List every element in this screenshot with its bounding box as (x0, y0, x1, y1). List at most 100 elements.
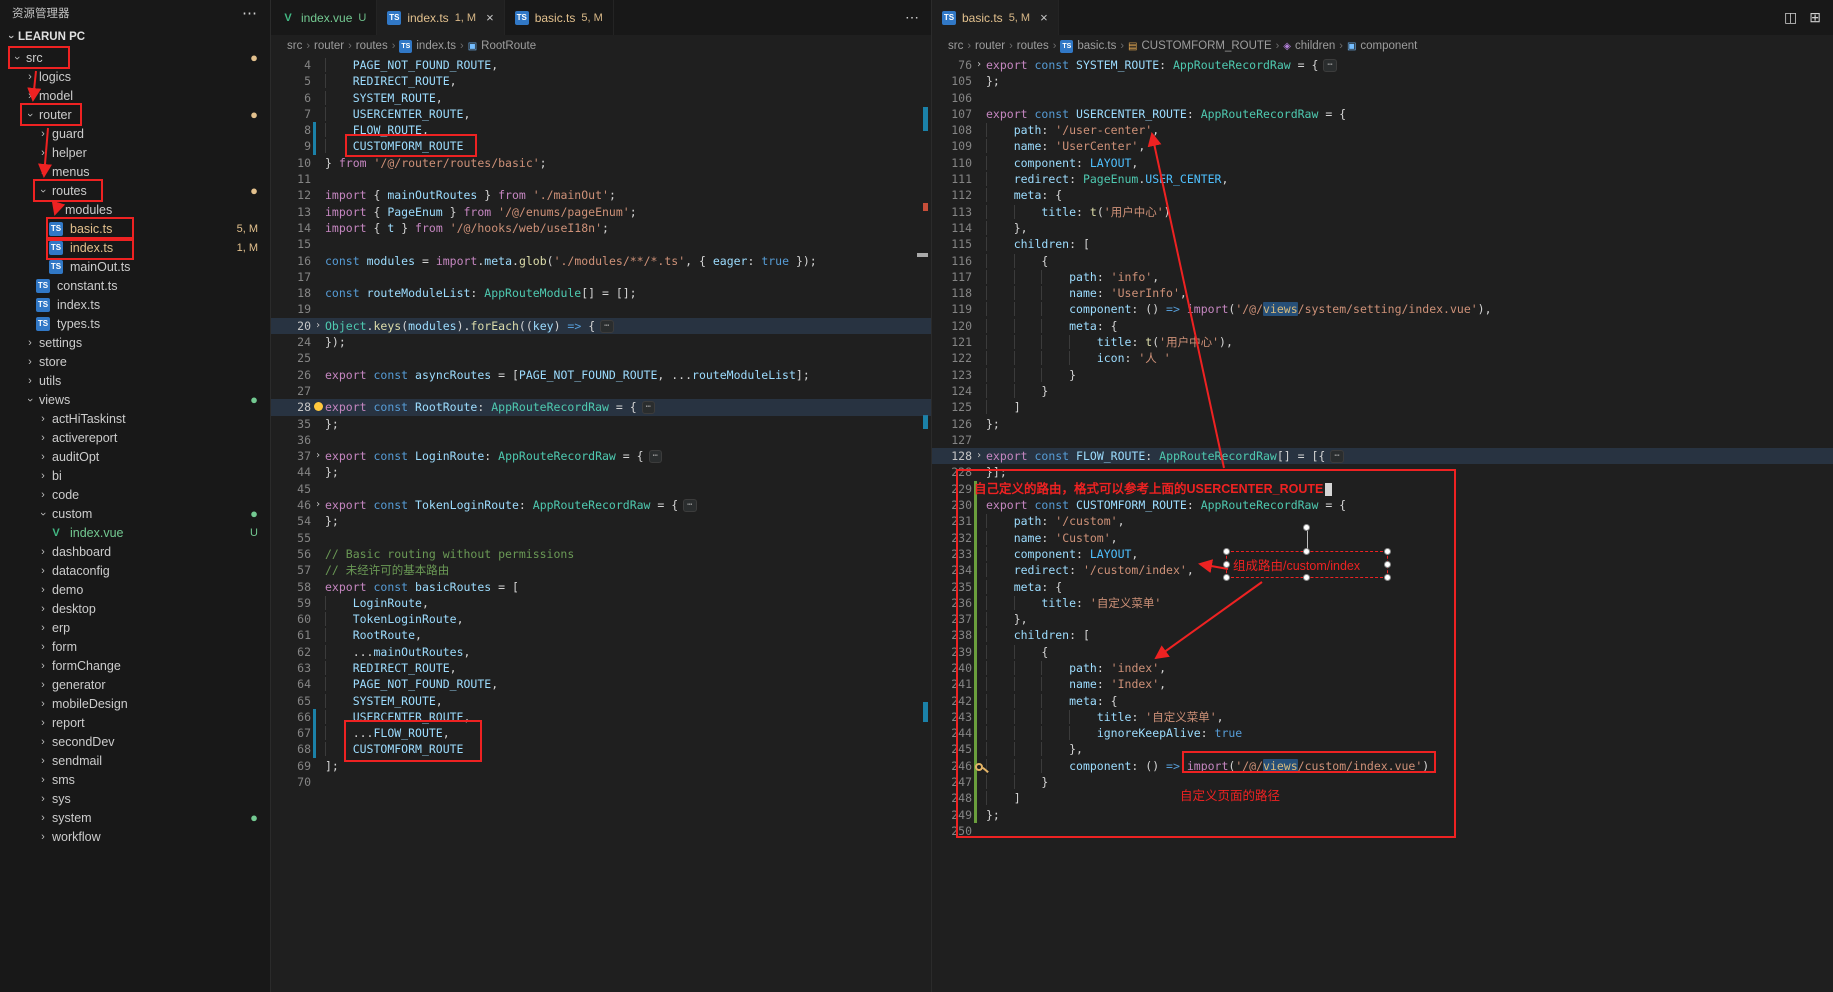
code-line-64[interactable]: 64 PAGE_NOT_FOUND_ROUTE, (271, 676, 931, 692)
close-icon[interactable]: × (1040, 10, 1048, 25)
tree-item-constant.ts[interactable]: TSconstant.ts (0, 276, 270, 295)
breadcrumb-item-children[interactable]: children (1295, 40, 1335, 52)
code-line-15[interactable]: 15 (271, 236, 931, 252)
code-line-25[interactable]: 25 (271, 350, 931, 366)
tab-index.vue[interactable]: Vindex.vueU (271, 0, 377, 35)
tree-item-helper[interactable]: ›helper (0, 143, 270, 162)
code-line-4[interactable]: 4 PAGE_NOT_FOUND_ROUTE, (271, 57, 931, 73)
code-line-62[interactable]: 62 ...mainOutRoutes, (271, 644, 931, 660)
code-line-66[interactable]: 66 USERCENTER_ROUTE, (271, 709, 931, 725)
tree-item-bi[interactable]: ›bi (0, 466, 270, 485)
code-line-119[interactable]: 119 component: () => import('/@/views/sy… (932, 301, 1833, 317)
tree-item-index.vue[interactable]: Vindex.vueU (0, 523, 270, 542)
code-line-250[interactable]: 250 (932, 823, 1833, 839)
code-line-127[interactable]: 127 (932, 432, 1833, 448)
split-editor-icon[interactable]: ◫ (1784, 9, 1797, 26)
code-line-58[interactable]: 58export const basicRoutes = [ (271, 579, 931, 595)
more-actions-icon[interactable]: ⋯ (905, 9, 919, 26)
code-line-13[interactable]: 13import { PageEnum } from '/@/enums/pag… (271, 204, 931, 220)
tree-item-index.ts[interactable]: TSindex.ts (0, 295, 270, 314)
tree-item-types.ts[interactable]: TStypes.ts (0, 314, 270, 333)
tree-item-sys[interactable]: ›sys (0, 789, 270, 808)
code-line-27[interactable]: 27 (271, 383, 931, 399)
code-line-235[interactable]: 235 meta: { (932, 579, 1833, 595)
code-line-128[interactable]: 128›export const FLOW_ROUTE: AppRouteRec… (932, 448, 1833, 464)
tree-item-code[interactable]: ›code (0, 485, 270, 504)
code-line-45[interactable]: 45 (271, 481, 931, 497)
code-line-5[interactable]: 5 REDIRECT_ROUTE, (271, 73, 931, 89)
code-line-54[interactable]: 54}; (271, 513, 931, 529)
tree-item-mainOut.ts[interactable]: TSmainOut.ts (0, 257, 270, 276)
tree-item-system[interactable]: ›system● (0, 808, 270, 827)
code-line-245[interactable]: 245 }, (932, 741, 1833, 757)
code-line-61[interactable]: 61 RootRoute, (271, 627, 931, 643)
code-line-63[interactable]: 63 REDIRECT_ROUTE, (271, 660, 931, 676)
lightbulb-icon[interactable] (314, 402, 323, 411)
code-line-111[interactable]: 111 redirect: PageEnum.USER_CENTER, (932, 171, 1833, 187)
code-line-249[interactable]: 249}; (932, 807, 1833, 823)
code-line-117[interactable]: 117 path: 'info', (932, 269, 1833, 285)
tree-item-secondDev[interactable]: ›secondDev (0, 732, 270, 751)
code-line-68[interactable]: 68 CUSTOMFORM_ROUTE (271, 741, 931, 757)
breadcrumb-item-src[interactable]: src (287, 40, 302, 52)
code-line-240[interactable]: 240 path: 'index', (932, 660, 1833, 676)
code-line-37[interactable]: 37›export const LoginRoute: AppRouteReco… (271, 448, 931, 464)
code-line-11[interactable]: 11 (271, 171, 931, 187)
tree-item-auditOpt[interactable]: ›auditOpt (0, 447, 270, 466)
customize-layout-icon[interactable]: ⊞ (1809, 9, 1821, 26)
code-editor-right[interactable]: 76›export const SYSTEM_ROUTE: AppRouteRe… (932, 57, 1833, 992)
tree-item-mobileDesign[interactable]: ›mobileDesign (0, 694, 270, 713)
tree-item-sendmail[interactable]: ›sendmail (0, 751, 270, 770)
key-icon[interactable] (975, 763, 983, 771)
breadcrumb-item-routes[interactable]: routes (356, 40, 388, 52)
tree-item-basic.ts[interactable]: TSbasic.ts5, M (0, 219, 270, 238)
code-line-106[interactable]: 106 (932, 90, 1833, 106)
code-editor-middle[interactable]: 4 PAGE_NOT_FOUND_ROUTE,5 REDIRECT_ROUTE,… (271, 57, 931, 992)
code-line-237[interactable]: 237 }, (932, 611, 1833, 627)
tree-item-guard[interactable]: ›guard (0, 124, 270, 143)
code-line-56[interactable]: 56// Basic routing without permissions (271, 546, 931, 562)
project-section-header[interactable]: › LEARUN PC (0, 26, 270, 48)
tree-item-index.ts[interactable]: TSindex.ts1, M (0, 238, 270, 257)
code-line-20[interactable]: 20›Object.keys(modules).forEach((key) =>… (271, 318, 931, 334)
code-line-115[interactable]: 115 children: [ (932, 236, 1833, 252)
tree-item-demo[interactable]: ›demo (0, 580, 270, 599)
code-line-242[interactable]: 242 meta: { (932, 693, 1833, 709)
code-line-122[interactable]: 122 icon: '人 ' (932, 350, 1833, 366)
code-line-18[interactable]: 18const routeModuleList: AppRouteModule[… (271, 285, 931, 301)
code-line-35[interactable]: 35}; (271, 416, 931, 432)
fold-chevron-icon[interactable]: › (311, 448, 325, 464)
tab-basic.ts[interactable]: TSbasic.ts5, M× (932, 0, 1059, 35)
code-line-243[interactable]: 243 title: '自定义菜单', (932, 709, 1833, 725)
tab-index.ts[interactable]: TSindex.ts1, M× (377, 0, 504, 35)
code-line-8[interactable]: 8 FLOW_ROUTE, (271, 122, 931, 138)
code-line-110[interactable]: 110 component: LAYOUT, (932, 155, 1833, 171)
tree-item-actHiTaskinst[interactable]: ›actHiTaskinst (0, 409, 270, 428)
fold-chevron-icon[interactable]: › (972, 57, 986, 73)
code-line-112[interactable]: 112 meta: { (932, 187, 1833, 203)
breadcrumb-item-router[interactable]: router (975, 40, 1005, 52)
tree-item-desktop[interactable]: ›desktop (0, 599, 270, 618)
tree-item-formChange[interactable]: ›formChange (0, 656, 270, 675)
breadcrumb-item-routes[interactable]: routes (1017, 40, 1049, 52)
code-line-36[interactable]: 36 (271, 432, 931, 448)
tree-item-views[interactable]: ›views● (0, 390, 270, 409)
code-line-9[interactable]: 9 CUSTOMFORM_ROUTE (271, 138, 931, 154)
more-actions-icon[interactable]: ⋯ (242, 4, 258, 22)
breadcrumb-item-router[interactable]: router (314, 40, 344, 52)
code-line-241[interactable]: 241 name: 'Index', (932, 676, 1833, 692)
code-line-238[interactable]: 238 children: [ (932, 627, 1833, 643)
code-line-234[interactable]: 234 redirect: '/custom/index', (932, 562, 1833, 578)
code-line-108[interactable]: 108 path: '/user-center', (932, 122, 1833, 138)
code-line-107[interactable]: 107export const USERCENTER_ROUTE: AppRou… (932, 106, 1833, 122)
fold-chevron-icon[interactable]: › (972, 448, 986, 464)
code-line-232[interactable]: 232 name: 'Custom', (932, 530, 1833, 546)
code-line-24[interactable]: 24}); (271, 334, 931, 350)
tree-item-model[interactable]: ›model (0, 86, 270, 105)
code-line-28[interactable]: 28export const RootRoute: AppRouteRecord… (271, 399, 931, 415)
tree-item-logics[interactable]: ›logics (0, 67, 270, 86)
code-line-12[interactable]: 12import { mainOutRoutes } from './mainO… (271, 187, 931, 203)
breadcrumb-item-src[interactable]: src (948, 40, 963, 52)
code-line-19[interactable]: 19 (271, 301, 931, 317)
tree-item-activereport[interactable]: ›activereport (0, 428, 270, 447)
